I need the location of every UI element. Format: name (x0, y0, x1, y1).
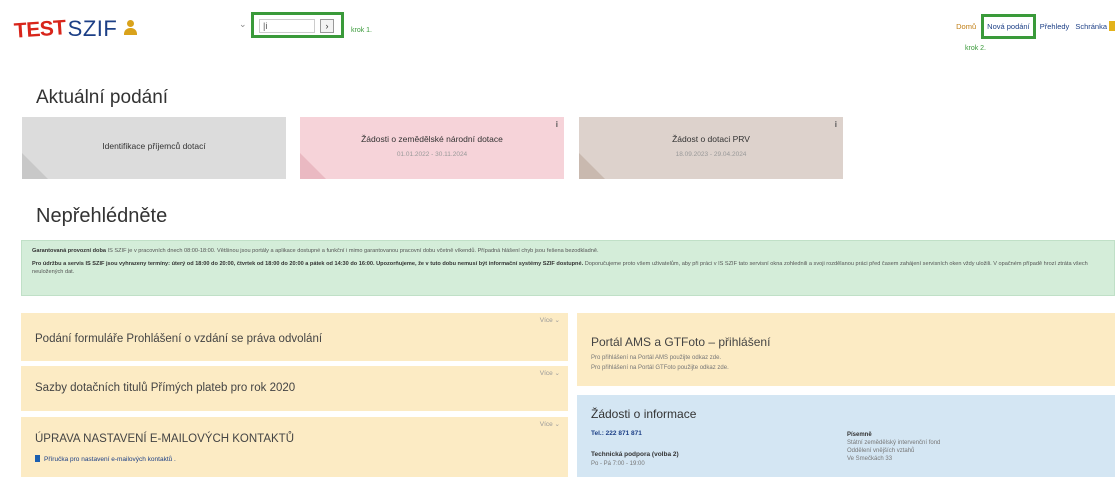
postal-heading: Písemně (847, 432, 872, 438)
dont-miss-heading: Nepřehlédněte (36, 205, 168, 227)
card-information-requests: Žádosti o informace Tel.: 222 871 871 Te… (577, 395, 1115, 477)
tile-prv-subsidy[interactable]: Žádost o dotaci PRV 18.09.2023 - 29.04.2… (579, 117, 843, 179)
more-toggle[interactable]: Více ⌄ (540, 369, 560, 377)
tile-date-range: 18.09.2023 - 29.04.2024 (675, 151, 747, 158)
search-box-highlight: |i › (251, 12, 344, 38)
more-toggle[interactable]: Více ⌄ (540, 316, 560, 324)
card-title: Portál AMS a GTFoto – přihlášení (591, 335, 771, 349)
support-hours: Po - Pá 7:00 - 19:00 (591, 461, 645, 467)
user-icon-head (127, 20, 134, 27)
info-icon[interactable]: i (556, 120, 558, 129)
notice-text: IS SZIF je v pracovních dnech 08:00-18:0… (105, 248, 599, 254)
tile-corner (22, 153, 48, 179)
address-line: Státní zemědělský intervenční fond (847, 440, 941, 446)
tech-support-label: Technická podpora (volba 2) (591, 451, 679, 458)
card-title: Podání formuláře Prohlášení o vzdání se … (35, 333, 323, 345)
user-icon-body (124, 28, 137, 35)
chevron-down-icon[interactable]: ⌄ (239, 19, 247, 30)
logo[interactable]: TEST SZIF (13, 16, 118, 43)
tile-title: Žádost o dotaci PRV (672, 134, 750, 144)
top-navigation: Domů Nová podání Přehledy Schránka (956, 13, 1115, 39)
step-2-annotation: krok 2. (965, 45, 987, 52)
ams-login-link[interactable]: Pro přihlášení na Portál AMS použijte od… (591, 355, 721, 361)
card-title: Sazby dotačních titulů Přímých plateb pr… (35, 382, 296, 394)
nav-inbox-link[interactable]: Schránka (1075, 22, 1107, 31)
card-title: Žádosti o informace (591, 407, 697, 421)
inbox-badge (1109, 21, 1115, 31)
phone-number[interactable]: Tel.: 222 871 871 (591, 430, 642, 437)
tile-title: Žádosti o zemědělské národní dotace (361, 134, 503, 144)
document-icon (35, 455, 40, 462)
nav-home-link[interactable]: Domů (956, 22, 976, 31)
nav-new-submissions-link[interactable]: Nová podání (981, 13, 1036, 39)
tile-title: Identifikace příjemců dotací (102, 141, 206, 151)
tile-national-subsidies[interactable]: Žádosti o zemědělské národní dotace 01.0… (300, 117, 564, 179)
current-submissions-heading: Aktuální podání (36, 87, 169, 108)
card-appeal-waiver: Podání formuláře Prohlášení o vzdání se … (21, 313, 568, 361)
search-input[interactable]: |i (259, 19, 315, 33)
card-email-contacts: ÚPRAVA NASTAVENÍ E-MAILOVÝCH KONTAKTŮ Ví… (21, 417, 568, 477)
more-toggle[interactable]: Více ⌄ (540, 420, 560, 428)
step-1-annotation: krok 1. (351, 27, 373, 34)
tile-identification[interactable]: Identifikace příjemců dotací (22, 117, 286, 179)
service-notice: Garantovaná provozní doba IS SZIF je v p… (21, 240, 1115, 296)
email-guide-link[interactable]: Příručka pro nastavení e-mailových konta… (35, 455, 176, 463)
notice-paragraph-2: Pro údržbu a servis IS SZIF jsou vyhraze… (32, 260, 1104, 276)
gtfoto-login-link[interactable]: Pro přihlášení na Portál GTFoto použijte… (591, 365, 729, 371)
card-ams-gtfoto-login: Portál AMS a GTFoto – přihlášení Pro při… (577, 313, 1115, 386)
address-line: Oddělení vnějších vztahů (847, 448, 915, 454)
notice-paragraph-1: Garantovaná provozní doba IS SZIF je v p… (32, 247, 1104, 255)
logo-test: TEST (13, 16, 67, 43)
logo-szif: SZIF (67, 16, 118, 41)
tile-date-range: 01.01.2022 - 30.11.2024 (396, 151, 468, 158)
notice-bold: Garantovaná provozní doba (32, 248, 106, 254)
info-icon[interactable]: i (835, 120, 837, 129)
email-guide-link-label: Příručka pro nastavení e-mailových konta… (44, 456, 176, 463)
search-button[interactable]: › (320, 19, 334, 33)
postal-address: Písemně Státní zemědělský intervenční fo… (847, 431, 940, 463)
notice-bold: Pro údržbu a servis IS SZIF jsou vyhraze… (32, 261, 584, 267)
card-direct-payment-rates: Sazby dotačních titulů Přímých plateb pr… (21, 366, 568, 411)
user-icon[interactable] (123, 20, 137, 36)
nav-overviews-link[interactable]: Přehledy (1040, 22, 1070, 31)
address-line: Ve Smečkách 33 (847, 456, 893, 462)
header: TEST SZIF ⌄ |i › krok 1. Domů Nová podán… (0, 0, 1115, 62)
card-title: ÚPRAVA NASTAVENÍ E-MAILOVÝCH KONTAKTŮ (35, 433, 295, 445)
